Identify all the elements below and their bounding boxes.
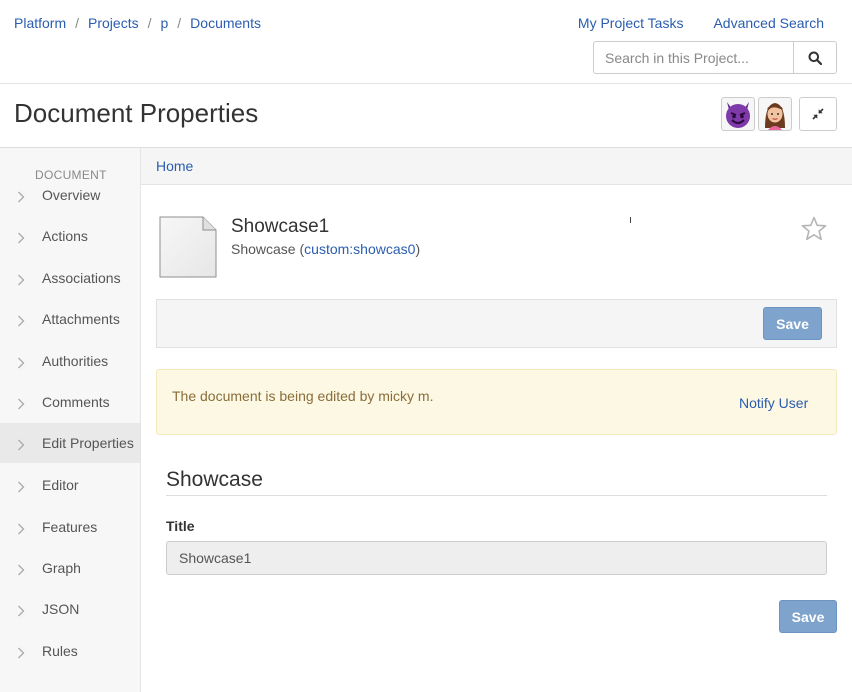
editor-avatars [721, 97, 792, 131]
top-links: My Project Tasks Advanced Search [578, 15, 824, 31]
save-toolbar: Save [156, 299, 837, 348]
chevron-right-icon [18, 523, 25, 535]
devil-emoji-avatar[interactable] [721, 97, 755, 131]
sidebar-item-graph[interactable]: Graph [0, 548, 140, 588]
sidebar: DOCUMENT Overview Actions Associations Atta… [0, 148, 141, 692]
alert-message: The document is being edited by micky m. [172, 388, 434, 404]
chevron-right-icon [18, 564, 25, 576]
sidebar-item-overview[interactable]: Overview [0, 175, 140, 215]
breadcrumb-documents[interactable]: Documents [190, 15, 261, 31]
page-header: Document Properties [0, 84, 852, 148]
chevron-right-icon [18, 398, 25, 410]
woman-emoji-avatar[interactable] [758, 97, 792, 131]
save-button-bottom[interactable]: Save [779, 600, 837, 633]
document-type-paren-close: ) [415, 241, 421, 257]
sidebar-item-label: Attachments [42, 311, 120, 327]
sidebar-item-label: Edit Properties [42, 435, 134, 451]
search-icon [808, 51, 822, 65]
sidebar-item-label: Overview [42, 187, 101, 203]
search-form [593, 41, 837, 74]
breadcrumb-separator: / [75, 15, 80, 31]
breadcrumb-platform[interactable]: Platform [14, 15, 66, 31]
page-title: Document Properties [14, 98, 259, 128]
sidebar-item-label: Features [42, 519, 98, 535]
text-cursor-mark [630, 217, 631, 223]
notify-user-link[interactable]: Notify User [739, 395, 808, 411]
sidebar-item-edit-properties[interactable]: Edit Properties [0, 423, 140, 463]
sidebar-item-associations[interactable]: Associations [0, 258, 140, 298]
chevron-right-icon [18, 439, 25, 451]
sidebar-item-label: Editor [42, 477, 79, 493]
title-field-label: Title [166, 518, 195, 534]
sidebar-item-actions[interactable]: Actions [0, 216, 140, 256]
breadcrumb-separator: / [177, 15, 182, 31]
sidebar-item-label: JSON [42, 601, 80, 617]
chevron-right-icon [18, 315, 25, 327]
sub-navigation: Home [141, 148, 852, 185]
favorite-star-icon[interactable] [800, 215, 828, 246]
breadcrumb-project-p[interactable]: p [160, 15, 168, 31]
chevron-right-icon [18, 481, 25, 493]
save-button-top[interactable]: Save [763, 307, 822, 340]
title-field[interactable] [166, 541, 827, 575]
chevron-right-icon [18, 274, 25, 286]
my-project-tasks-link[interactable]: My Project Tasks [578, 15, 684, 31]
search-input[interactable] [593, 41, 794, 74]
collapse-button[interactable] [799, 97, 837, 131]
chevron-right-icon [18, 232, 25, 244]
chevron-right-icon [18, 605, 25, 617]
top-bar: Platform / Projects / p / Documents My P… [0, 0, 852, 84]
section-divider [166, 495, 827, 496]
sidebar-item-label: Actions [42, 228, 88, 244]
sidebar-item-label: Comments [42, 394, 110, 410]
document-title: Showcase1 [231, 216, 330, 237]
sidebar-item-features[interactable]: Features [0, 507, 140, 547]
document-type-label: Showcase [231, 241, 296, 257]
chevron-right-icon [18, 647, 25, 659]
breadcrumb-separator: / [147, 15, 152, 31]
search-button[interactable] [794, 41, 837, 74]
sidebar-item-editor[interactable]: Editor [0, 465, 140, 505]
sidebar-item-json[interactable]: JSON [0, 589, 140, 629]
document-type-link[interactable]: custom:showcas0 [304, 241, 415, 257]
document-type: Showcase (custom:showcas0) [231, 241, 420, 257]
sidebar-item-label: Authorities [42, 353, 109, 369]
sidebar-item-label: Rules [42, 643, 78, 659]
home-link[interactable]: Home [156, 158, 193, 174]
editing-alert: The document is being edited by micky m.… [156, 369, 837, 435]
collapse-arrows-icon [812, 108, 824, 120]
breadcrumb-projects[interactable]: Projects [88, 15, 139, 31]
sidebar-item-attachments[interactable]: Attachments [0, 299, 140, 339]
sidebar-item-rules[interactable]: Rules [0, 631, 140, 671]
sidebar-item-authorities[interactable]: Authorities [0, 341, 140, 381]
advanced-search-link[interactable]: Advanced Search [713, 15, 824, 31]
document-icon [159, 216, 217, 281]
breadcrumb: Platform / Projects / p / Documents [14, 15, 261, 31]
sidebar-item-comments[interactable]: Comments [0, 382, 140, 422]
form-section-title: Showcase [166, 468, 263, 491]
sidebar-item-label: Graph [42, 560, 81, 576]
sidebar-item-label: Associations [42, 270, 121, 286]
chevron-right-icon [18, 357, 25, 369]
chevron-right-icon [18, 191, 25, 203]
